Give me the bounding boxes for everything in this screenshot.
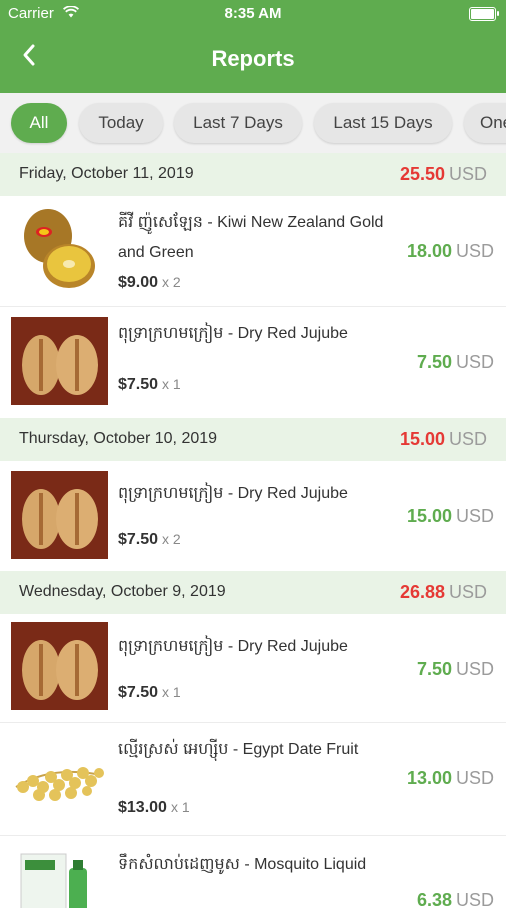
filter-chip-all[interactable]: All (11, 103, 67, 143)
navigation-bar: Carrier 8:35 AM Reports (0, 0, 506, 93)
day-total: 25.50 USD (399, 164, 487, 184)
filter-chip-today[interactable]: Today (79, 103, 163, 143)
product-name: ទឹកសំលាប់ដេញមូស - Mosquito Liquid (118, 856, 367, 873)
product-price: $7.50 x 1 (118, 684, 181, 701)
filter-bar: All Today Last 7 Days Last 15 Days One (0, 93, 506, 153)
jujube-image (11, 471, 108, 559)
product-name: គីវី ញ៉ូសេឡែន - Kiwi New Zealand Gold an… (118, 214, 384, 261)
filter-chip-last-7-days[interactable]: Last 7 Days (174, 103, 302, 143)
product-name: ល្មើរស្រស់ អេហ្ស៊ីប - Egypt Date Fruit (118, 741, 359, 758)
status-time: 8:35 AM (224, 5, 282, 22)
product-price: $13.00 x 1 (118, 799, 190, 816)
day-header: Friday, October 11, 2019 25.50 USD (0, 153, 506, 196)
jujube-image (11, 622, 108, 710)
status-bar: Carrier 8:35 AM (0, 0, 506, 28)
item-total: 7.50 USD (416, 659, 494, 679)
day-header: Wednesday, October 9, 2019 26.88 USD (0, 571, 506, 614)
day-date: Friday, October 11, 2019 (19, 165, 194, 182)
product-name: ពុទ្រាក្រហមក្រៀម - Dry Red Jujube (118, 325, 348, 342)
filter-chip-one[interactable]: One (464, 103, 506, 143)
product-price: $9.00 x 2 (118, 274, 181, 291)
list-item[interactable]: គីវី ញ៉ូសេឡែន - Kiwi New Zealand Gold an… (0, 196, 506, 307)
item-total: 18.00 USD (406, 241, 494, 261)
list-item[interactable]: ពុទ្រាក្រហមក្រៀម - Dry Red Jujube $7.50 x… (0, 461, 506, 572)
kiwi-image (11, 206, 108, 294)
dates-image (11, 735, 108, 823)
item-total: 13.00 USD (406, 768, 494, 788)
list-item[interactable]: ពុទ្រាក្រហមក្រៀម - Dry Red Jujube $7.50 x… (0, 614, 506, 723)
list-item[interactable]: ល្មើរស្រស់ អេហ្ស៊ីប - Egypt Date Fruit $… (0, 723, 506, 836)
product-name: ពុទ្រាក្រហមក្រៀម - Dry Red Jujube (118, 485, 348, 502)
mosquito-liquid-image (11, 848, 108, 908)
item-total: 15.00 USD (406, 506, 494, 526)
item-total: 7.50 USD (416, 352, 494, 372)
list-item[interactable]: ពុទ្រាក្រហមក្រៀម - Dry Red Jujube $7.50 x… (0, 307, 506, 419)
day-date: Wednesday, October 9, 2019 (19, 583, 226, 600)
day-total: 26.88 USD (399, 582, 487, 602)
day-header: Thursday, October 10, 2019 15.00 USD (0, 418, 506, 461)
list-item[interactable]: ទឹកសំលាប់ដេញមូស - Mosquito Liquid 6.38 US… (0, 836, 506, 916)
filter-chip-last-15-days[interactable]: Last 15 Days (314, 103, 452, 143)
day-total: 15.00 USD (399, 429, 487, 449)
jujube-image (11, 317, 108, 405)
product-price: $7.50 x 1 (118, 376, 181, 393)
product-name: ពុទ្រាក្រហមក្រៀម - Dry Red Jujube (118, 638, 348, 655)
item-total: 6.38 USD (416, 890, 494, 910)
product-price: $7.50 x 2 (118, 531, 181, 548)
page-title: Reports (211, 46, 295, 71)
battery-icon (469, 7, 499, 21)
day-date: Thursday, October 10, 2019 (19, 430, 218, 447)
